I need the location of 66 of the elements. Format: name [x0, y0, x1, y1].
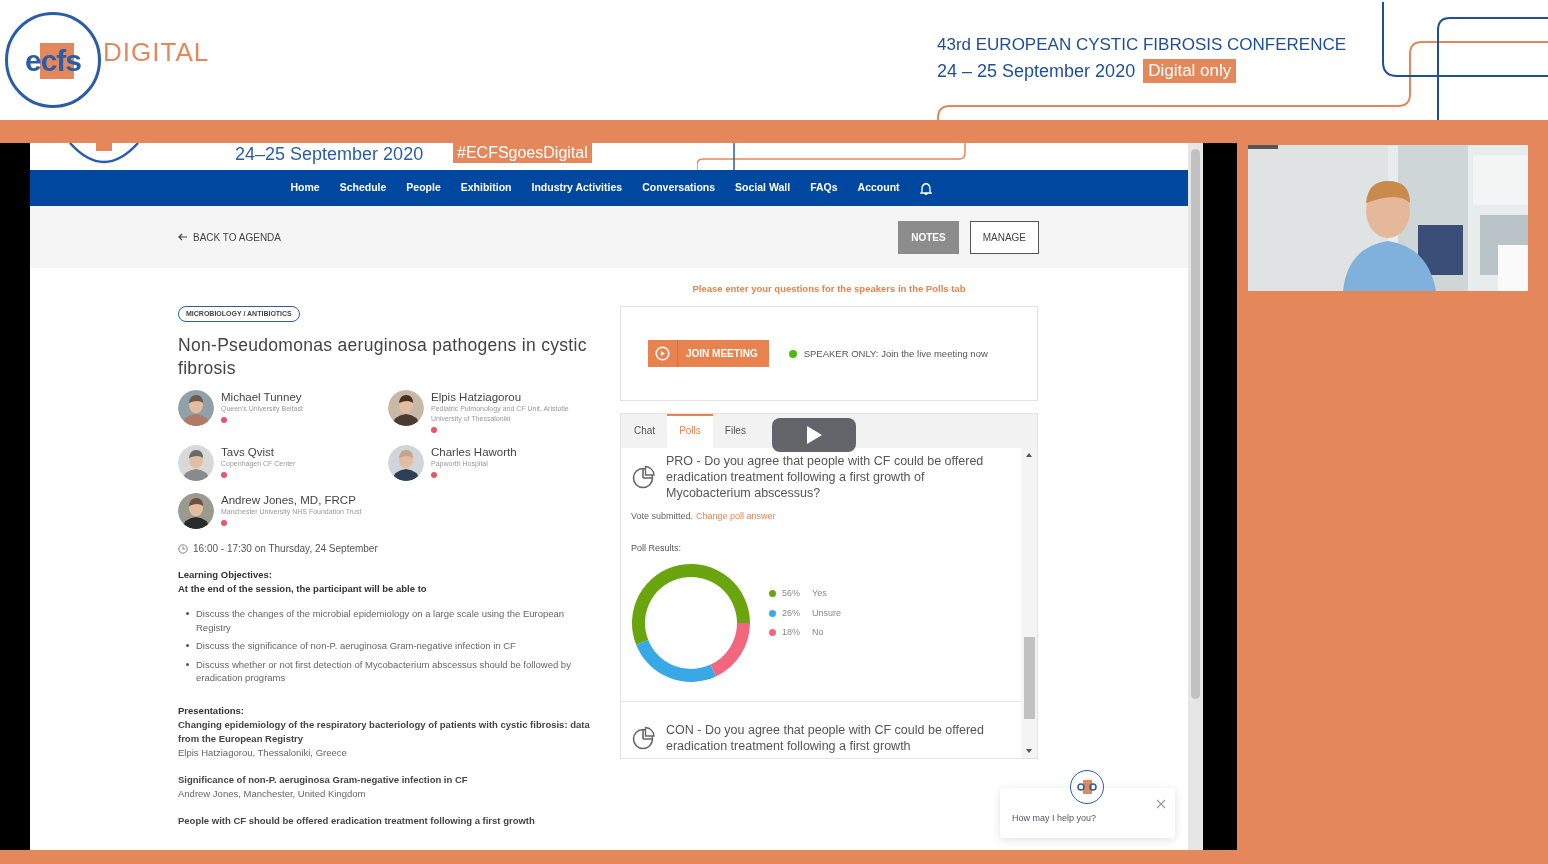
- scroll-up-icon[interactable]: [1025, 452, 1033, 459]
- chat-prompt: How may I help you?: [1012, 811, 1097, 825]
- clock-icon: [178, 543, 188, 554]
- objectives-heading: At the end of the session, the participant will be able to: [178, 582, 428, 596]
- bullet-icon: [186, 662, 189, 666]
- chat-avatar-icon[interactable]: [1070, 770, 1104, 804]
- nav-link[interactable]: Schedule: [339, 180, 387, 196]
- presenter-text: Elpis Hatziagorou, Thessaloniki, Greece: [178, 745, 348, 760]
- hashtag-badge: #ECFSgoesDigital: [453, 143, 592, 163]
- presentation-title: Significance of non-P. aeruginosa Gram-negative infection in CF: [178, 772, 469, 787]
- objectives-heading: Learning Objectives:: [178, 568, 273, 582]
- conference-dates: 24 – 25 September 2020: [937, 60, 1136, 82]
- presentations-heading: Presentations:: [178, 703, 245, 718]
- session-title: Non-Pseudomonas aeruginosa pathogens in cystic fibrosis: [178, 334, 588, 380]
- tab[interactable]: Chat: [622, 414, 668, 449]
- presentation-title: People with CF should be offered eradication treatment following a first growth: [178, 813, 536, 828]
- scrollbar-thumb[interactable]: [1191, 149, 1200, 699]
- legend-label: No: [812, 626, 824, 639]
- pie-chart-icon: [631, 464, 656, 490]
- action-button[interactable]: MANAGE: [969, 220, 1039, 254]
- results-label: Poll Results:: [631, 541, 683, 555]
- play-icon: [805, 425, 823, 445]
- notice-text: Please enter your questions for the speakers in the Polls tab: [691, 282, 967, 296]
- poll-question: PRO - Do you agree that people with CF could be offered eradication treatment following a first growth of Mycobacterium abscessus?: [666, 453, 985, 502]
- scrollbar-thumb[interactable]: [1023, 637, 1035, 720]
- speaker-name: Michael Tunney: [221, 390, 303, 404]
- legend-value: 56%: [782, 587, 801, 600]
- objective-text: Discuss the significance of non-P. aeruginosa Gram-negative infection in CF: [196, 639, 516, 653]
- bullet-icon: [186, 644, 189, 647]
- speaker-name: Tavs Qvist: [221, 445, 276, 459]
- speaker-name: Elpis Hatziagorou: [431, 390, 523, 404]
- poll-question: CON - Do you agree that people with CF could be offered eradication treatment following a first growth: [666, 722, 985, 755]
- nav-link[interactable]: Home: [290, 180, 320, 196]
- arrow-icon: [178, 233, 188, 241]
- vote-status: Vote submitted.: [631, 510, 694, 524]
- session-time: 16:00 - 17:30 on Thursday, 24 September: [193, 542, 378, 556]
- legend-label: Unsure: [812, 606, 841, 620]
- close-icon[interactable]: [1156, 799, 1166, 809]
- bullet-icon: [186, 612, 189, 615]
- nav-link[interactable]: People: [406, 180, 441, 196]
- legend-label: Yes: [812, 587, 827, 600]
- scroll-down-icon[interactable]: [1025, 748, 1033, 755]
- banner-dates: 24–25 September 2020: [235, 143, 424, 165]
- logo-word: DIGITAL: [103, 35, 210, 69]
- nav-link[interactable]: Exhibition: [460, 180, 512, 196]
- nav-link[interactable]: FAQs: [810, 180, 838, 196]
- speaker-name: Andrew Jones, MD, FRCP: [221, 493, 357, 507]
- pie-chart-icon: [631, 725, 656, 751]
- nav-link[interactable]: Industry Activities: [531, 180, 623, 196]
- speaker-note: SPEAKER ONLY: Join the live meeting now: [803, 346, 988, 361]
- nav-link[interactable]: Account: [857, 180, 900, 196]
- presenter-text: Andrew Jones, Manchester, United Kingdom: [178, 786, 367, 801]
- objective-text: Discuss whether or not first detection of Mycobacterium abscessus should be followed by eradication programs: [196, 657, 572, 685]
- digital-badge: Digital only: [1143, 59, 1237, 83]
- speaker-name: Charles Haworth: [431, 445, 517, 459]
- nav-link[interactable]: Social Wall: [735, 180, 791, 196]
- bell-icon[interactable]: [919, 181, 932, 195]
- objective-text: Discuss the changes of the microbial epidemiology on a large scale using the European Registry: [196, 607, 566, 634]
- back-link[interactable]: BACK TO AGENDA: [178, 229, 281, 245]
- legend-value: 18%: [782, 626, 801, 639]
- legend-value: 26%: [782, 606, 801, 620]
- presentation-title: Changing epidemiology of the respiratory bacteriology of patients with cystic fibrosis: data from the European Registry: [178, 717, 590, 746]
- nav-link[interactable]: Conversations: [642, 180, 716, 196]
- conference-title: 43rd EUROPEAN CYSTIC FIBROSIS CONFERENCE: [937, 35, 1347, 55]
- play-button[interactable]: [772, 418, 856, 452]
- tab[interactable]: Files: [712, 414, 758, 449]
